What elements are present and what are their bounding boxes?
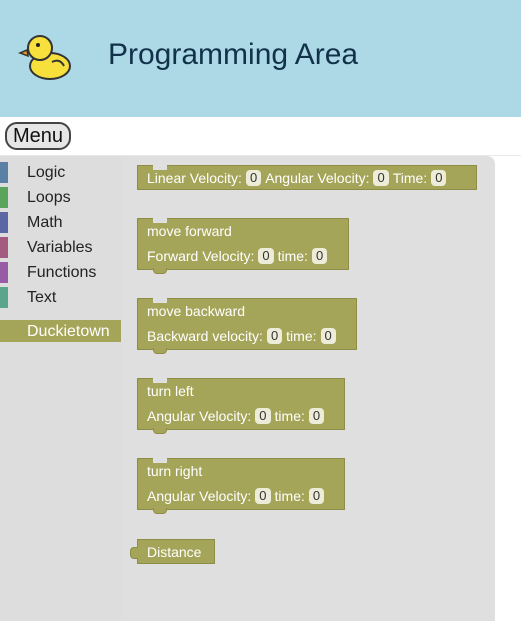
linear-velocity-input[interactable]: 0 <box>245 170 262 186</box>
category-text[interactable]: Text <box>0 285 121 310</box>
block-notch <box>153 508 167 514</box>
block-output-tab <box>130 547 138 559</box>
category-color-swatch <box>0 212 8 233</box>
category-math[interactable]: Math <box>0 210 121 235</box>
block-title: move backward <box>147 303 246 319</box>
forward-velocity-label: Forward Velocity: <box>147 248 255 264</box>
angular-velocity-input[interactable]: 0 <box>255 488 271 504</box>
linear-velocity-label: Linear Velocity: <box>147 170 242 186</box>
time-input[interactable]: 0 <box>308 488 325 504</box>
category-label: Math <box>27 214 63 231</box>
block-title: move forward <box>147 223 232 239</box>
time-input[interactable]: 0 <box>311 248 328 264</box>
category-label: Text <box>27 289 57 306</box>
angular-velocity-input[interactable]: 0 <box>373 170 389 186</box>
category-functions[interactable]: Functions <box>0 260 121 285</box>
angular-velocity-label: Angular Velocity: <box>147 488 252 504</box>
block-notch <box>153 428 167 434</box>
page-title: Programming Area <box>108 38 359 71</box>
category-label: Variables <box>27 239 93 256</box>
angular-velocity-input[interactable]: 0 <box>255 408 271 424</box>
backward-velocity-input[interactable]: 0 <box>266 328 283 344</box>
category-loops[interactable]: Loops <box>0 185 121 210</box>
header-bar: Programming Area <box>0 0 521 117</box>
move-backward-block[interactable]: move backward Backward velocity: 0 time:… <box>137 298 357 354</box>
angular-velocity-label: Angular Velocity: <box>265 170 370 186</box>
category-label: Loops <box>27 189 71 206</box>
velocity-block[interactable]: Linear Velocity: 0 Angular Velocity: 0 T… <box>137 165 477 190</box>
category-color-swatch <box>0 187 8 208</box>
toolbox: Logic Loops Math Variables Functions Tex… <box>0 156 121 621</box>
forward-velocity-input[interactable]: 0 <box>258 248 274 264</box>
time-input[interactable]: 0 <box>308 408 325 424</box>
distance-block[interactable]: Distance <box>130 539 215 564</box>
category-label: Functions <box>27 264 97 281</box>
time-label: time: <box>274 408 305 424</box>
time-label: time: <box>274 488 305 504</box>
block-title: turn left <box>147 383 194 399</box>
time-label: Time: <box>392 170 428 186</box>
block-title: turn right <box>147 463 203 479</box>
category-logic[interactable]: Logic <box>0 160 121 185</box>
category-label: Duckietown <box>27 323 110 340</box>
category-color-swatch <box>0 162 8 183</box>
block-flyout: Linear Velocity: 0 Angular Velocity: 0 T… <box>121 156 495 621</box>
time-label: time: <box>286 328 317 344</box>
turn-right-block[interactable]: turn right Angular Velocity: 0 time: 0 <box>137 458 345 514</box>
distance-label: Distance <box>147 544 202 560</box>
menu-button[interactable]: Menu <box>5 122 71 150</box>
duck-logo-icon <box>18 35 71 80</box>
block-notch <box>153 268 167 274</box>
category-variables[interactable]: Variables <box>0 235 121 260</box>
block-notch <box>153 348 167 354</box>
backward-velocity-label: Backward velocity: <box>147 328 263 344</box>
time-input[interactable]: 0 <box>431 170 447 186</box>
angular-velocity-label: Angular Velocity: <box>147 408 252 424</box>
time-label: time: <box>277 248 308 264</box>
move-forward-block[interactable]: move forward Forward Velocity: 0 time: 0 <box>137 218 349 274</box>
category-color-swatch <box>0 287 8 308</box>
turn-left-block[interactable]: turn left Angular Velocity: 0 time: 0 <box>137 378 345 434</box>
category-label: Logic <box>27 164 66 181</box>
category-color-swatch <box>0 237 8 258</box>
category-color-swatch <box>0 262 8 283</box>
time-input[interactable]: 0 <box>320 328 336 344</box>
category-duckietown[interactable]: Duckietown <box>0 320 121 342</box>
